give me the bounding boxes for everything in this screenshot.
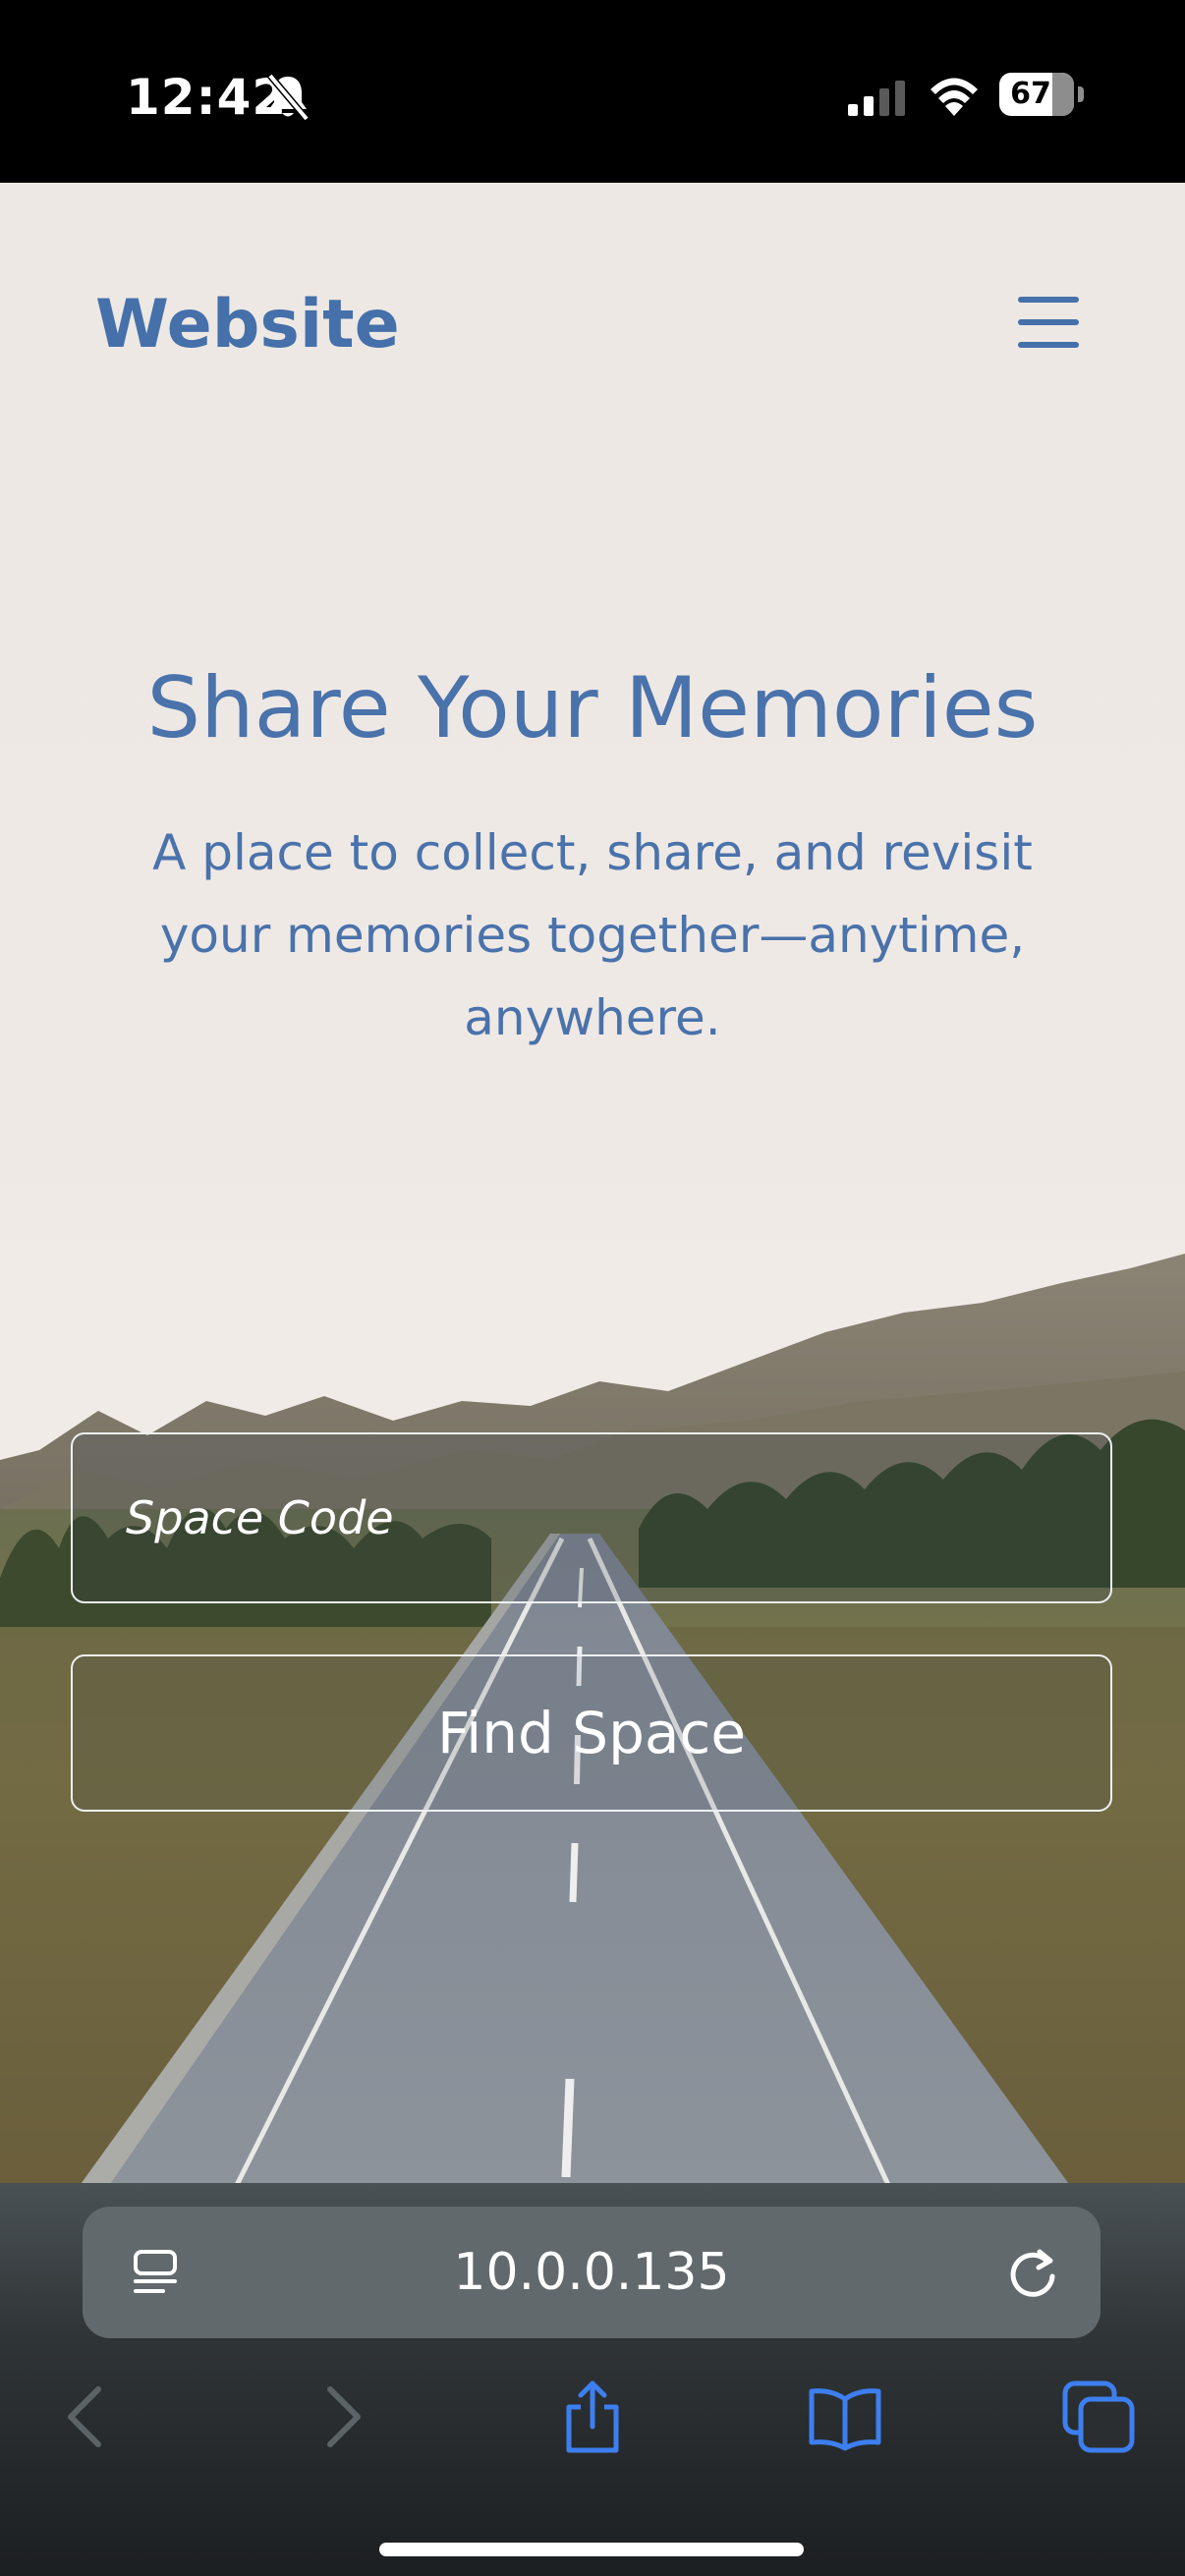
bookmarks-icon[interactable] [806, 2378, 884, 2456]
cellular-signal-icon [848, 81, 905, 116]
space-code-input[interactable] [71, 1432, 1112, 1603]
site-logo[interactable]: Website [95, 281, 400, 369]
url-text[interactable]: 10.0.0.135 [83, 2207, 1100, 2338]
battery-icon: 67 [999, 73, 1084, 118]
hamburger-menu-icon[interactable] [1016, 295, 1081, 350]
battery-level: 67 [1010, 77, 1051, 111]
wifi-icon [931, 78, 978, 116]
home-indicator[interactable] [379, 2543, 804, 2556]
reload-icon[interactable] [1004, 2244, 1061, 2301]
find-space-button[interactable]: Find Space [71, 1654, 1112, 1812]
browser-toolbar: 10.0.0.135 [0, 2183, 1185, 2576]
tabs-icon[interactable] [1059, 2378, 1138, 2456]
back-icon[interactable] [47, 2378, 126, 2456]
bell-slash-icon [267, 73, 310, 122]
forward-icon[interactable] [303, 2378, 381, 2456]
address-bar[interactable]: 10.0.0.135 [83, 2207, 1100, 2338]
hero-subtitle: A place to collect, share, and revisit y… [152, 824, 1033, 1046]
status-bar: 12:42 67 [0, 0, 1185, 183]
web-page: Website Share Your Memories A place to c… [0, 183, 1185, 2183]
status-time: 12:42 [126, 69, 288, 126]
share-icon[interactable] [553, 2378, 632, 2456]
hero-title: Share Your Memories [146, 659, 1039, 757]
